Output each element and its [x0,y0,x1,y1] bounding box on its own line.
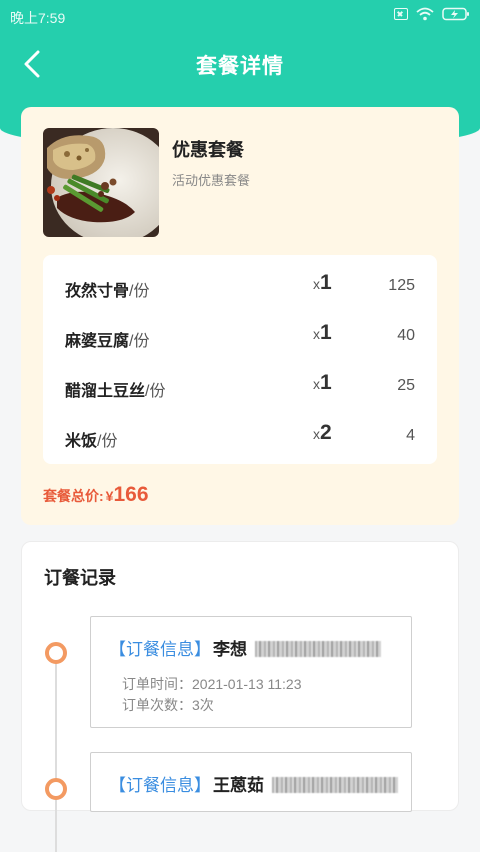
item-unit: /份 [145,383,166,400]
page-title: 套餐详情 [196,55,284,78]
item-quantity: x1 [313,271,332,295]
order-record[interactable]: 【订餐信息】 王蒽茹 [90,752,412,812]
list-item: 麻婆豆腐/份 x1 40 [43,321,437,351]
status-bar: 晚上7:59 [0,0,480,32]
order-records-card: 订餐记录 【订餐信息】 李想 订单时间：2021-01-13 11:23 订单次数… [21,541,459,852]
list-item: 米饭/份 x2 4 [43,421,437,451]
qty-prefix: x [313,426,320,442]
item-name: 醋溜土豆丝/份 [65,377,165,401]
records-title: 订餐记录 [44,568,116,588]
package-name: 优惠套餐 [172,140,244,160]
status-icons [394,7,470,21]
nav-bar: 套餐详情 [0,32,480,96]
qty-number: 1 [320,371,332,394]
item-name: 麻婆豆腐/份 [65,327,149,351]
package-items: 孜然寸骨/份 x1 125 麻婆豆腐/份 x1 40 醋溜土豆丝/份 x1 25… [43,255,437,464]
item-unit: /份 [129,283,150,300]
phone-number-redacted [255,641,381,657]
package-image [43,128,159,237]
record-name: 李想 [213,640,247,659]
qty-number: 1 [320,321,332,344]
item-quantity: x1 [313,371,332,395]
record-tag: 【订餐信息】 [109,776,211,795]
package-total: 套餐总价: ¥166 [43,483,149,507]
qty-number: 2 [320,421,332,444]
timeline-line [55,652,57,852]
item-name: 孜然寸骨/份 [65,277,149,301]
item-quantity: x2 [313,421,332,445]
item-name-text: 孜然寸骨 [65,283,130,300]
wifi-icon [416,7,434,21]
item-quantity: x1 [313,321,332,345]
record-header: 【订餐信息】 王蒽茹 [109,771,398,796]
item-price: 125 [388,277,415,294]
timeline-dot [45,778,67,800]
item-price: 25 [397,377,415,394]
item-unit: /份 [129,333,150,350]
record-time: 订单时间：2021-01-13 11:23 [122,676,302,692]
item-name-text: 醋溜土豆丝 [65,383,146,400]
status-time: 晚上7:59 [10,10,66,26]
list-item: 孜然寸骨/份 x1 125 [43,271,437,301]
battery-icon [442,7,470,21]
total-label: 套餐总价: [43,488,104,504]
record-count: 订单次数：3次 [122,697,214,713]
package-description: 活动优惠套餐 [172,173,251,188]
item-unit: /份 [97,433,118,450]
record-name: 王蒽茹 [213,776,264,795]
list-item: 醋溜土豆丝/份 x1 25 [43,371,437,401]
qty-prefix: x [313,326,320,342]
package-card: 优惠套餐 活动优惠套餐 孜然寸骨/份 x1 125 麻婆豆腐/份 x1 40 醋… [21,107,459,525]
qty-prefix: x [313,376,320,392]
no-sim-icon [394,8,408,20]
total-value: 166 [113,483,149,506]
item-price: 40 [397,327,415,344]
phone-number-redacted [272,777,398,793]
order-record[interactable]: 【订餐信息】 李想 订单时间：2021-01-13 11:23 订单次数：3次 [90,616,412,728]
qty-prefix: x [313,276,320,292]
record-tag: 【订餐信息】 [109,640,211,659]
item-name-text: 麻婆豆腐 [65,333,130,350]
record-header: 【订餐信息】 李想 [109,635,381,660]
item-name-text: 米饭 [65,433,98,450]
item-name: 米饭/份 [65,427,117,451]
timeline-dot [45,642,67,664]
qty-number: 1 [320,271,332,294]
item-price: 4 [406,427,415,444]
